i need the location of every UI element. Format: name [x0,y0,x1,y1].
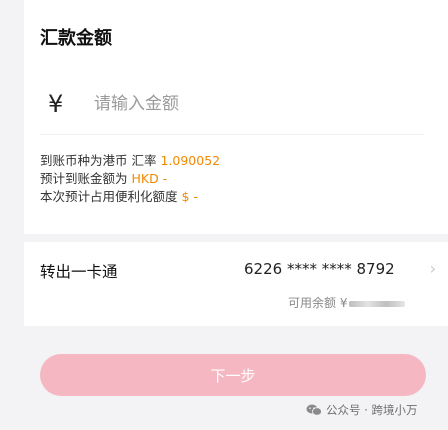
watermark-text: 公众号 · 跨境小万 [326,403,418,417]
payment-card-row[interactable]: 转出一卡通 6226 **** **** 8792 › 可用余额 ¥ [24,242,448,326]
payment-card-label: 转出一卡通 [40,263,118,281]
quota-line: 本次预计占用便利化额度 $ - [40,188,220,206]
quota-value: $ - [181,189,198,204]
amount-input[interactable] [94,94,414,114]
watermark: 公众号 · 跨境小万 [306,402,417,418]
chevron-right-icon[interactable]: › [430,259,436,278]
card-number: 6226 **** **** 8792 [244,260,395,278]
section-title: 汇款金额 [40,28,112,49]
estimate-label: 预计到账金额为 [40,171,132,186]
next-button[interactable]: 下一步 [40,354,426,396]
balance-redacted [349,300,406,307]
conversion-info: 到账币种为港币 汇率 1.090052 预计到账金额为 HKD - 本次预计占用… [40,152,220,206]
amount-card: 汇款金额 ¥ 到账币种为港币 汇率 1.090052 预计到账金额为 HKD -… [24,0,448,234]
wechat-icon [306,404,322,416]
currency-symbol: ¥ [48,90,64,118]
quota-label: 本次预计占用便利化额度 [40,189,182,204]
rate-line: 到账币种为港币 汇率 1.090052 [40,152,220,170]
rate-label: 到账币种为港币 汇率 [40,153,161,168]
amount-row[interactable]: ¥ [48,86,424,122]
estimate-value: HKD - [131,171,168,186]
divider [40,134,424,135]
estimate-line: 预计到账金额为 HKD - [40,170,220,188]
rate-value: 1.090052 [160,153,221,168]
available-balance: 可用余额 ¥ [288,294,406,311]
balance-label: 可用余额 ¥ [288,296,348,310]
